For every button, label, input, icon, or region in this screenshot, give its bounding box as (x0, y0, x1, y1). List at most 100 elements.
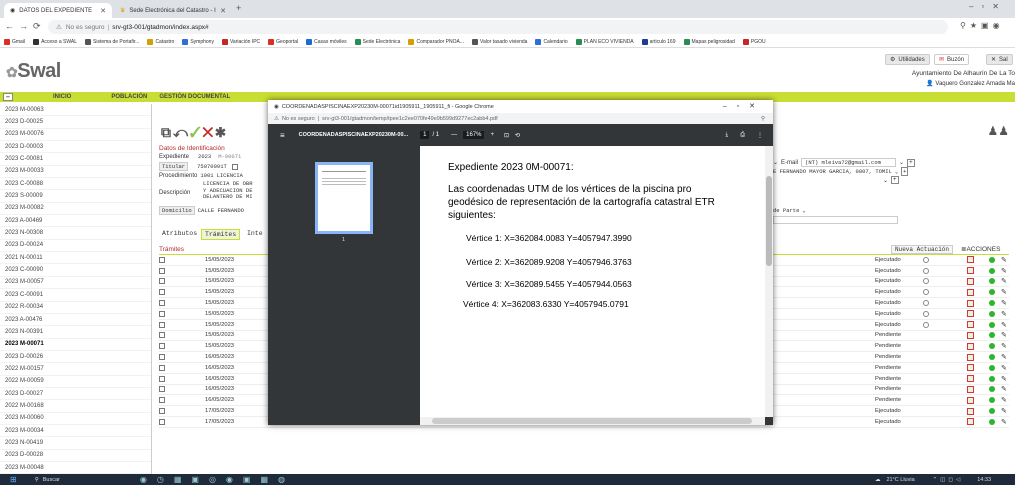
print-icon[interactable]: ⎙ (740, 132, 745, 139)
sidebar-expediente-item[interactable]: 2022 M-00059 (0, 376, 151, 388)
edit-icon[interactable]: ✎ (1001, 331, 1007, 339)
sidebar-expediente-item[interactable]: 2023 D-00028 (0, 450, 151, 462)
fit-page-icon[interactable]: ⊡ (504, 132, 509, 139)
tab-atributos[interactable]: Atributos (159, 229, 200, 238)
sidebar-expediente-item[interactable]: 2023 M-00033 (0, 166, 151, 179)
edit-icon[interactable]: ✎ (1001, 396, 1007, 404)
page-input[interactable]: 1 (420, 131, 430, 139)
utilidades-button[interactable]: ⚙ Utilidades (885, 54, 930, 65)
h-scroll-thumb[interactable] (432, 418, 752, 424)
nueva-actuacion-button[interactable]: Nueva Actuación (891, 245, 954, 254)
sidebar-expediente-item[interactable]: 2023 C-00081 (0, 153, 151, 166)
sidebar-expediente-item[interactable]: 2023 N-00391 (0, 326, 151, 339)
bookmark-item[interactable]: Sistema de Portafir... (85, 38, 139, 45)
sidebar-expediente-item[interactable]: 2023 M-00063 (0, 104, 151, 117)
row-checkbox[interactable] (159, 289, 165, 296)
edit-icon[interactable]: ✎ (1001, 385, 1007, 393)
sidebar-expediente-item[interactable]: 2021 N-00011 (0, 252, 151, 265)
document-icon[interactable] (967, 310, 974, 318)
undo-icon[interactable]: ↶ (173, 124, 190, 140)
bookmark-item[interactable]: Acceso a SWAL (33, 38, 77, 45)
bookmark-item[interactable]: Valor tasado vivienda (472, 38, 527, 45)
edit-icon[interactable]: ✎ (1001, 342, 1007, 350)
window-controls[interactable]: –▫✕ (723, 102, 765, 110)
sidebar-expediente-item[interactable]: 2023 D-00027 (0, 388, 151, 401)
sidebar-expediente-item[interactable]: 2023 C-00088 (0, 178, 151, 191)
document-icon[interactable] (967, 418, 974, 426)
add-icon[interactable]: + (907, 158, 915, 167)
copyright-icon[interactable] (923, 289, 929, 296)
sidebar-expediente-item[interactable]: 2023 M-00071 (0, 339, 151, 351)
row-checkbox[interactable] (159, 321, 165, 328)
windows-start-icon[interactable]: ⊞ (10, 475, 17, 484)
url-field[interactable]: ⚠ No es seguro | srv-gt3-001/gtadmon/ind… (48, 20, 948, 34)
sidebar-expediente-item[interactable]: 2023 M-00076 (0, 129, 151, 142)
copyright-icon[interactable] (923, 256, 929, 263)
download-icon[interactable]: ⤓ (726, 132, 729, 139)
edit-icon[interactable]: ✎ (1001, 321, 1007, 329)
users-icon[interactable]: ♟♟ (987, 124, 1009, 138)
row-checkbox[interactable] (159, 267, 165, 274)
tab-interesados[interactable]: Inte (244, 229, 266, 238)
edit-icon[interactable]: ✎ (1001, 288, 1007, 296)
row-checkbox[interactable] (159, 278, 165, 285)
page-thumbnail[interactable] (315, 162, 373, 234)
copyright-icon[interactable] (923, 278, 929, 285)
acciones-menu[interactable]: ≣ACCIONES (961, 245, 1000, 253)
sidebar-expediente-item[interactable]: 2023 S-00009 (0, 190, 151, 203)
nav-poblacion[interactable]: POBLACIÓN (111, 94, 147, 100)
edit-icon[interactable]: ✎ (1001, 353, 1007, 361)
rotate-icon[interactable]: ⟲ (515, 132, 520, 139)
document-icon[interactable] (967, 256, 974, 264)
row-checkbox[interactable] (159, 418, 165, 425)
close-tab-icon[interactable]: ✕ (220, 7, 226, 15)
edit-icon[interactable]: ✎ (1001, 267, 1007, 275)
de-parte-row[interactable]: de Parte ⌄ (773, 207, 806, 214)
edit-icon[interactable]: ✎ (1001, 310, 1007, 318)
document-icon[interactable] (967, 385, 974, 393)
sidebar-expediente-item[interactable]: 2023 M-00060 (0, 413, 151, 425)
sidebar-expediente-item[interactable]: 2023 A-00469 (0, 215, 151, 228)
cancel-icon[interactable]: ✕ (203, 124, 216, 140)
sidebar-expediente-item[interactable]: 2023 D-00026 (0, 351, 151, 364)
sidebar-expediente-item[interactable]: 2022 M-00168 (0, 400, 151, 413)
tools-icon[interactable]: ✱ (215, 124, 227, 140)
bookmark-item[interactable]: articulo 169 (641, 38, 676, 45)
check-icon[interactable]: ✓ (190, 124, 203, 140)
chevron-down-icon[interactable]: ⌄ (773, 159, 778, 166)
bookmark-item[interactable]: Symphony (182, 38, 214, 45)
edit-icon[interactable]: ✎ (1001, 364, 1007, 372)
add-icon[interactable]: + (901, 167, 909, 176)
pdf-scrollbar[interactable] (765, 146, 773, 417)
buzon-button[interactable]: ✉ Buzón (934, 54, 970, 65)
row-checkbox[interactable] (159, 354, 165, 361)
tab-tramites[interactable]: Trámites (201, 229, 241, 240)
bookmark-item[interactable]: Sede Electrónica (354, 38, 400, 45)
sidebar-expediente-item[interactable]: 2023 M-00048 (0, 462, 151, 474)
chevron-down-icon[interactable]: ⌄ (895, 168, 898, 175)
add-icon[interactable]: + (891, 176, 899, 184)
pdf-h-scrollbar[interactable] (420, 417, 765, 425)
document-icon[interactable] (967, 375, 974, 383)
bookmark-item[interactable]: Mapas peligrosidad (683, 38, 735, 45)
window-controls[interactable]: –▫✕ (969, 2, 1007, 11)
sidebar-expediente-item[interactable]: 2023 N-00419 (0, 437, 151, 450)
document-icon[interactable] (967, 353, 974, 361)
hamburger-icon[interactable]: – (3, 93, 13, 101)
nav-gestion-documental[interactable]: GESTIÓN DOCUMENTAL (159, 94, 230, 100)
edit-icon[interactable]: ✎ (1001, 256, 1007, 264)
bookmark-item[interactable]: Catastro (147, 38, 174, 45)
row-checkbox[interactable] (159, 386, 165, 393)
edit-icon[interactable]: ✎ (1001, 299, 1007, 307)
row-checkbox[interactable] (159, 332, 165, 339)
edit-icon[interactable]: ✎ (1001, 418, 1007, 426)
row-checkbox[interactable] (159, 408, 165, 415)
sidebar-expediente-item[interactable]: 2023 C-00090 (0, 264, 151, 277)
zoom-in-icon[interactable]: + (490, 132, 494, 138)
titular-checkbox[interactable] (231, 163, 238, 170)
tray-icons[interactable]: ⌃◫◻◁ (933, 477, 964, 483)
empty-field[interactable] (773, 216, 898, 224)
browser-action-icons[interactable]: ⚲★▣◉ (960, 21, 1004, 30)
copy-icon[interactable]: ⧉ (161, 124, 173, 140)
row-checkbox[interactable] (159, 364, 165, 371)
